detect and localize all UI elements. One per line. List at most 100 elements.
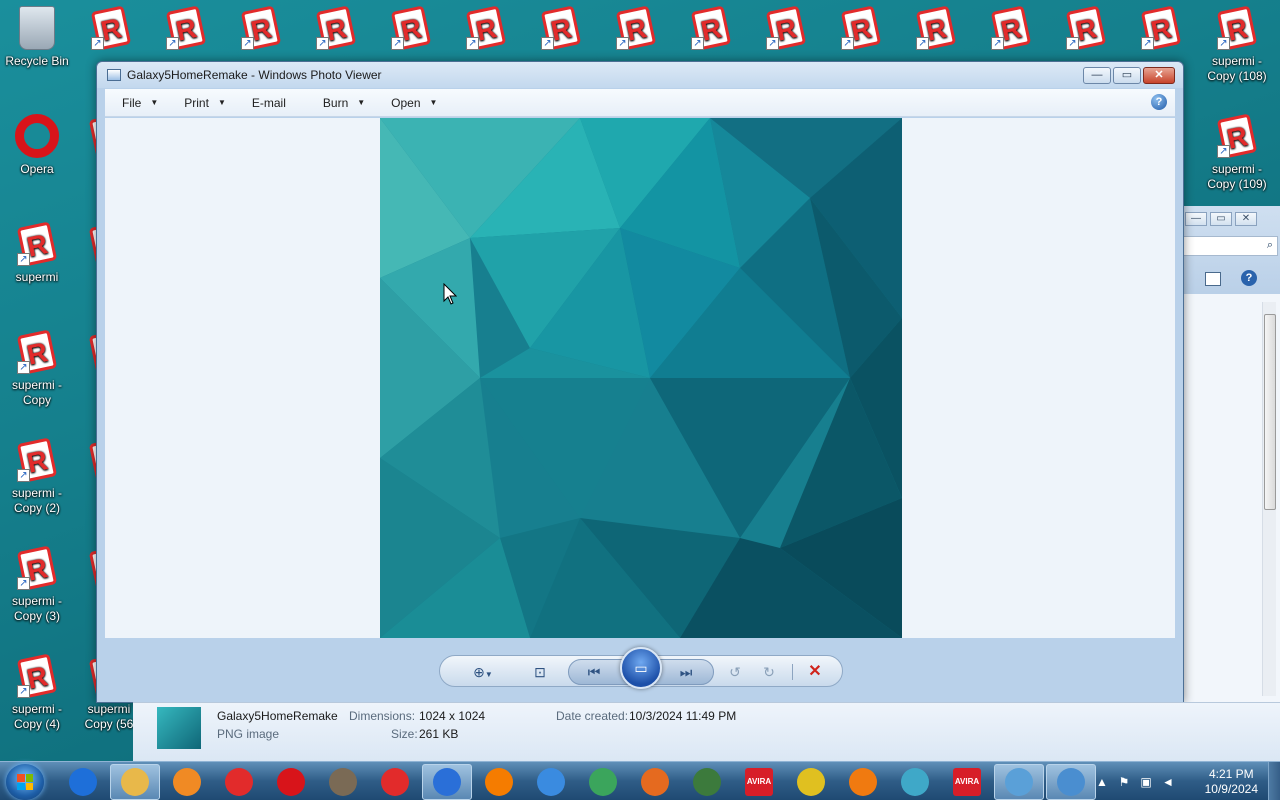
preview-pane-icon[interactable] (1205, 272, 1221, 286)
roblox-r-icon: R ↗ (17, 546, 57, 590)
taskbar-item[interactable]: AVIRA (942, 764, 992, 800)
desktop-icon[interactable]: R ↗ (74, 6, 148, 54)
desktop-icon[interactable]: R ↗ (524, 6, 598, 54)
maximize-icon[interactable]: ▭ (1210, 212, 1232, 226)
photo-viewer-app-icon (107, 69, 121, 81)
desktop-icon[interactable]: R ↗ (749, 6, 823, 54)
desktop-icon[interactable]: R ↗ supermi - Copy (108) (1200, 6, 1274, 84)
taskbar-item[interactable] (578, 764, 628, 800)
zoom-icon[interactable]: ⊕▼ (468, 662, 498, 682)
clock[interactable]: 4:21 PM 10/9/2024 (1205, 767, 1258, 797)
internet-explorer-icon (69, 768, 97, 796)
previous-icon[interactable]: ⏮ (580, 662, 608, 682)
rotate-counterclockwise-icon[interactable]: ↺ (724, 662, 746, 682)
desktop-icon[interactable]: Recycle Bin (0, 6, 74, 69)
taskbar-item[interactable] (682, 764, 732, 800)
show-desktop-button[interactable] (1268, 762, 1280, 800)
taskbar-item[interactable] (162, 764, 212, 800)
desktop-icon[interactable]: R ↗ supermi - Copy (4) (0, 654, 74, 732)
rotate-clockwise-icon[interactable]: ↻ (758, 662, 780, 682)
shortcut-arrow-icon: ↗ (1141, 37, 1154, 50)
avast-icon (849, 768, 877, 796)
desktop-icon[interactable]: R ↗ supermi - Copy (2) (0, 438, 74, 516)
taskbar-item[interactable] (890, 764, 940, 800)
title-bar[interactable]: Galaxy5HomeRemake - Windows Photo Viewer… (97, 62, 1183, 88)
start-button[interactable] (6, 764, 44, 800)
taskbar-item[interactable] (58, 764, 108, 800)
taskbar-item[interactable] (422, 764, 472, 800)
shortcut-arrow-icon: ↗ (541, 37, 554, 50)
network-icon[interactable]: ▣ (1138, 774, 1154, 790)
taskbar-item[interactable] (786, 764, 836, 800)
desktop-icon[interactable]: Opera (0, 114, 74, 177)
help-icon[interactable]: ? (1151, 94, 1167, 110)
delete-icon[interactable]: ✕ (804, 662, 826, 682)
menu-open[interactable]: Open ▼ (374, 96, 446, 110)
taskbar-item[interactable] (526, 764, 576, 800)
roblox-r-icon: R ↗ (691, 6, 731, 50)
taskbar-item[interactable] (474, 764, 524, 800)
desktop-icon[interactable]: R ↗ (449, 6, 523, 54)
menu-burn[interactable]: Burn ▼ (306, 96, 374, 110)
desktop-icon[interactable]: R ↗ (299, 6, 373, 54)
desktop-icon[interactable]: R ↗ (974, 6, 1048, 54)
desktop-icon[interactable]: R ↗ (899, 6, 973, 54)
slideshow-icon[interactable]: ▭ (620, 647, 662, 689)
taskbar-item[interactable] (110, 764, 160, 800)
taskbar: AVIRA AVIRA ▲ ⚑ ▣ ◄ 4:21 PM 10/9/2024 (0, 761, 1280, 800)
taskbar-item[interactable] (214, 764, 264, 800)
background-explorer-window[interactable]: — ▭ ✕ ⌕ ? (1182, 206, 1280, 702)
desktop-icon[interactable]: R ↗ supermi - Copy (3) (0, 546, 74, 624)
scrollbar-thumb[interactable] (1264, 314, 1276, 510)
desktop-icon[interactable]: R ↗ supermi - Copy (109) (1200, 114, 1274, 192)
size-value: 261 KB (419, 727, 459, 741)
size-label: Size: (391, 727, 418, 741)
show-hidden-icons-icon[interactable]: ▲ (1094, 774, 1110, 790)
taskbar-item[interactable] (838, 764, 888, 800)
taskbar-item[interactable] (370, 764, 420, 800)
menu-burn-label: Burn (322, 95, 349, 110)
photo-viewer-window[interactable]: Galaxy5HomeRemake - Windows Photo Viewer… (96, 61, 1184, 703)
desktop-icon-label: supermi (87, 702, 131, 716)
desktop-icon[interactable]: R ↗ (599, 6, 673, 54)
chevron-down-icon: ▼ (217, 98, 226, 107)
desktop-icon[interactable]: R ↗ supermi - Copy (0, 330, 74, 408)
next-icon[interactable]: ⏭ (672, 662, 700, 682)
desktop-icon-label-line2: Copy (56 (84, 717, 134, 731)
desktop-icon[interactable]: R ↗ (824, 6, 898, 54)
dimensions-label: Dimensions: (349, 709, 416, 723)
close-icon[interactable]: ✕ (1235, 212, 1257, 226)
minimize-button[interactable]: — (1083, 67, 1111, 84)
shortcut-arrow-icon: ↗ (17, 253, 30, 266)
taskbar-item[interactable] (318, 764, 368, 800)
help-icon[interactable]: ? (1241, 270, 1257, 286)
menu-email-label: E-mail (251, 95, 286, 110)
image-viewport[interactable] (105, 118, 1175, 638)
desktop-icon[interactable]: R ↗ (674, 6, 748, 54)
desktop-icon[interactable]: R ↗ (374, 6, 448, 54)
search-input[interactable]: ⌕ (1183, 236, 1278, 256)
taskbar-item[interactable] (994, 764, 1044, 800)
menu-file[interactable]: File ▼ (105, 96, 167, 110)
taskbar-item[interactable] (630, 764, 680, 800)
roblox-r-icon: R ↗ (316, 6, 356, 50)
minimize-icon[interactable]: — (1185, 212, 1207, 226)
desktop-icon[interactable]: R ↗ (149, 6, 223, 54)
close-button[interactable]: ✕ (1143, 67, 1175, 84)
maximize-button[interactable]: ▭ (1113, 67, 1141, 84)
desktop-icon[interactable]: R ↗ (224, 6, 298, 54)
fit-window-icon[interactable]: ⊡ (528, 662, 552, 682)
date-created-label: Date created: (556, 709, 629, 723)
menu-bar: File ▼ Print ▼ E-mail Burn ▼ Open ▼ ? (105, 89, 1175, 117)
taskbar-item[interactable] (1046, 764, 1096, 800)
action-center-icon[interactable]: ⚑ (1116, 774, 1132, 790)
taskbar-item[interactable]: AVIRA (734, 764, 784, 800)
desktop-icon[interactable]: R ↗ supermi (0, 222, 74, 285)
desktop-icon[interactable]: R ↗ (1124, 6, 1198, 54)
volume-icon[interactable]: ◄ (1160, 774, 1176, 790)
taskbar-item[interactable] (266, 764, 316, 800)
menu-print[interactable]: Print ▼ (167, 96, 235, 110)
vertical-scrollbar[interactable] (1262, 302, 1276, 696)
desktop-icon[interactable]: R ↗ (1049, 6, 1123, 54)
menu-email[interactable]: E-mail (235, 96, 306, 110)
